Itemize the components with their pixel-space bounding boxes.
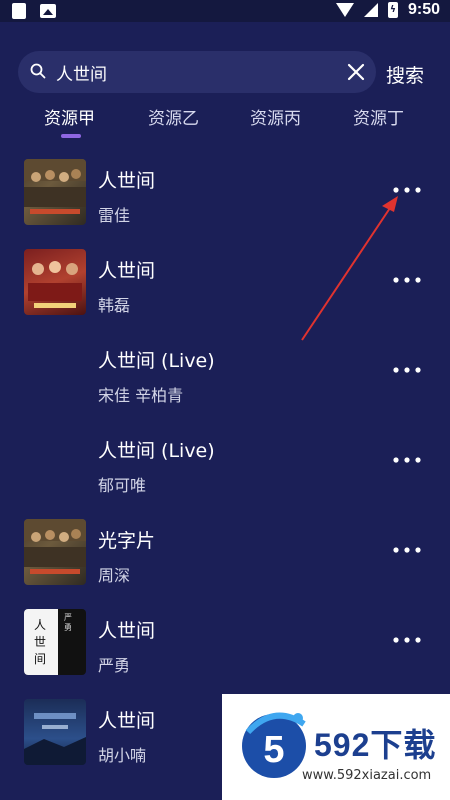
watermark-brand: 592下载 (314, 727, 437, 763)
annotation-arrow (301, 196, 398, 341)
watermark-url: www.592xiazai.com (302, 768, 432, 783)
site-watermark: 5 592下载 www.592xiazai.com (222, 694, 450, 800)
svg-text:5: 5 (263, 729, 284, 771)
